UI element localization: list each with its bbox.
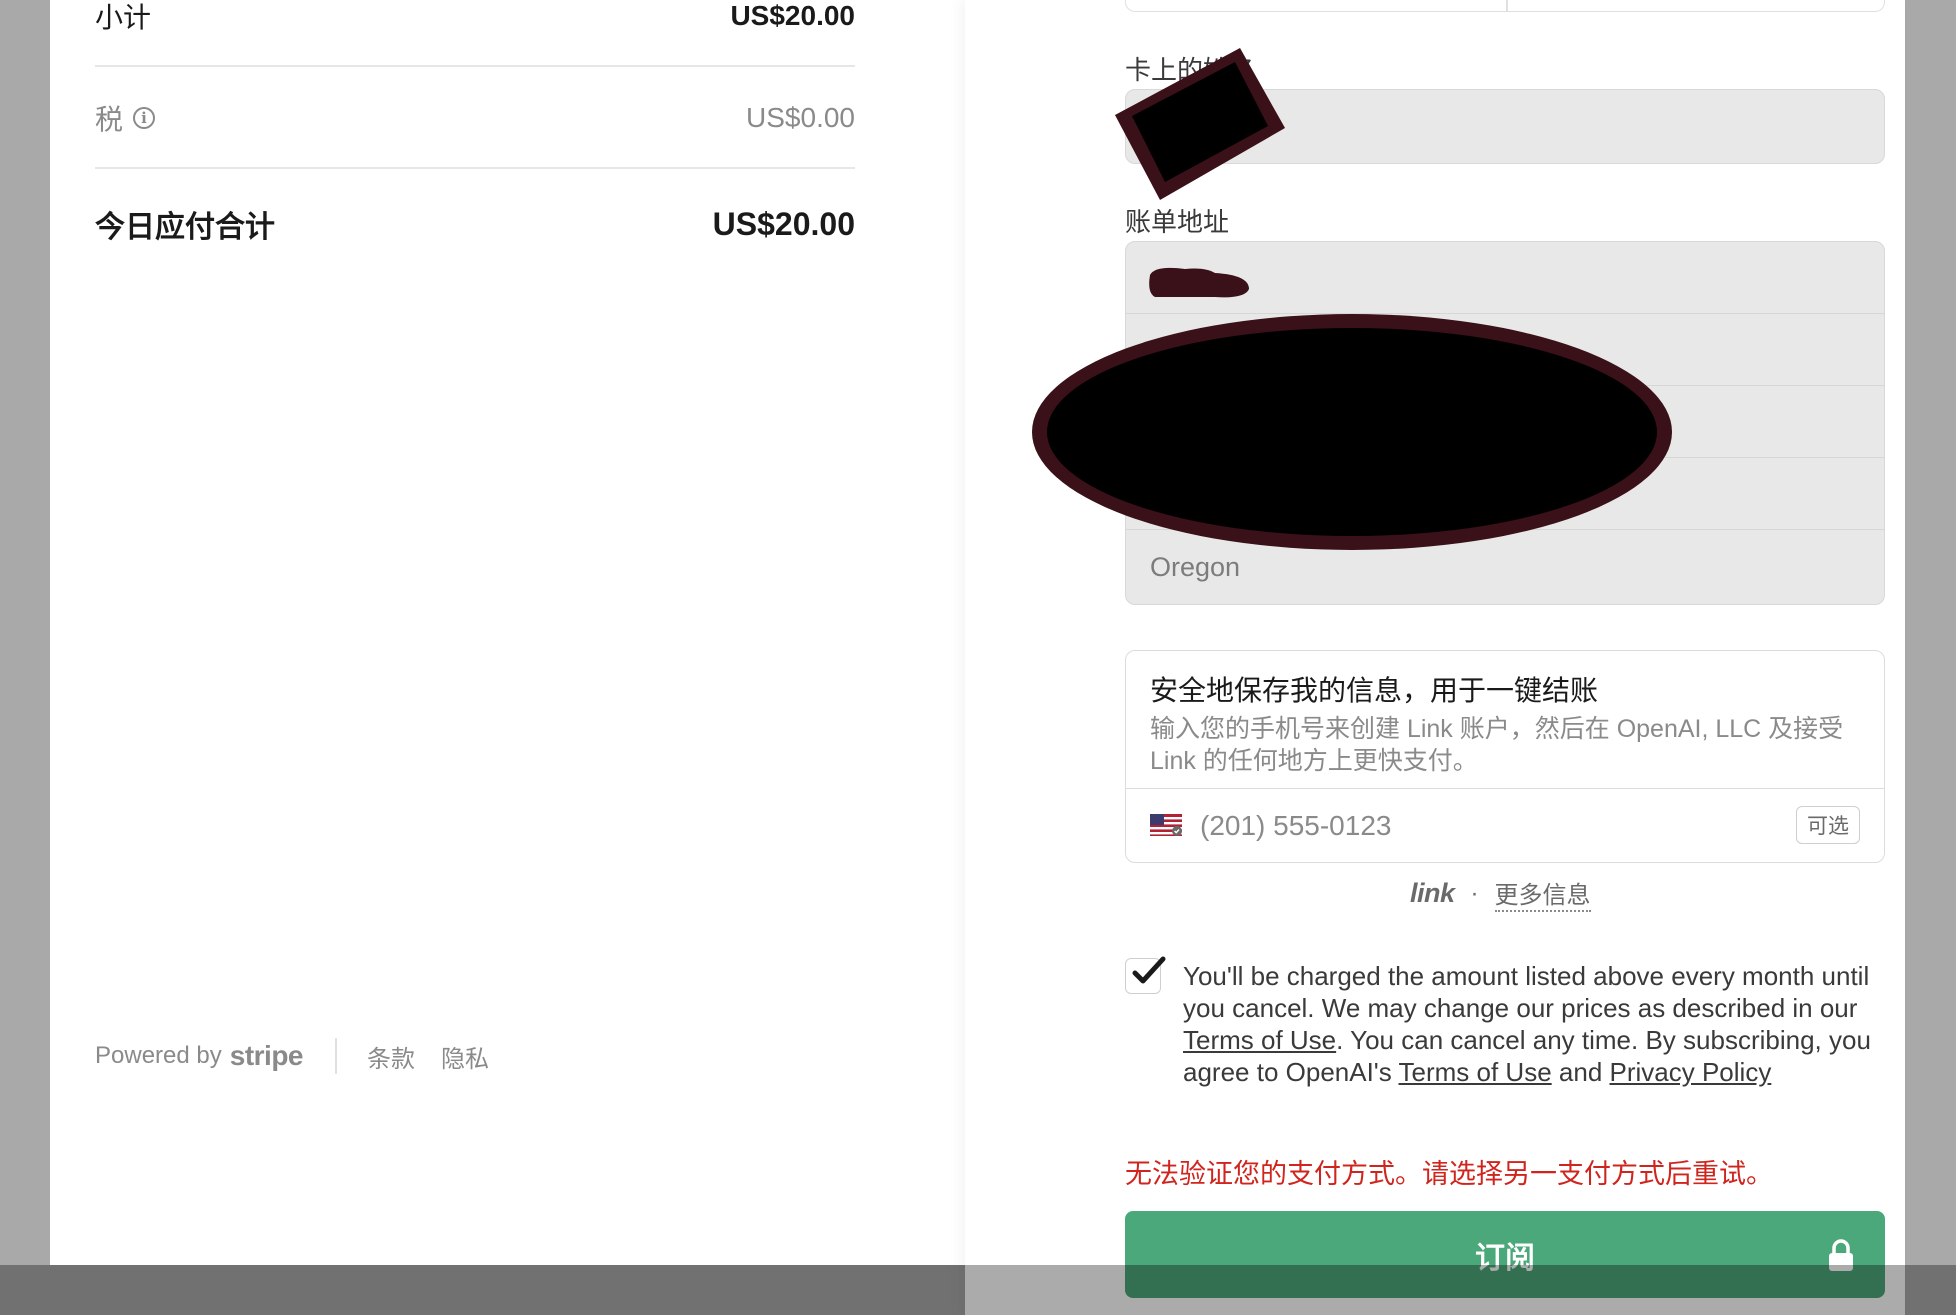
payment-error-message: 无法验证您的支付方式。请选择另一支付方式后重试。 — [1125, 1159, 1773, 1189]
consent-text: You'll be charged the amount listed abov… — [1183, 960, 1888, 1088]
phone-row: 可选 — [1126, 788, 1884, 862]
link-logo: link — [1410, 878, 1455, 908]
privacy-policy-link[interactable]: Privacy Policy — [1610, 1057, 1772, 1087]
total-label: 今日应付合计 — [95, 211, 275, 244]
phone-input[interactable] — [1198, 805, 1762, 847]
us-flag-icon[interactable] — [1150, 814, 1182, 836]
overlay-shade — [0, 1265, 1956, 1315]
optional-badge: 可选 — [1796, 806, 1860, 844]
info-icon[interactable]: i — [133, 107, 156, 129]
redaction-mark — [1032, 314, 1672, 550]
powered-by-text: Powered by — [95, 1042, 222, 1069]
stripe-logo[interactable]: stripe — [230, 1040, 304, 1072]
subtotal-value: US$20.00 — [730, 0, 855, 31]
total-row: 今日应付合计 US$20.00 — [95, 202, 855, 246]
privacy-link[interactable]: 隐私 — [441, 1039, 489, 1074]
link-footer: link · 更多信息 — [1410, 875, 1591, 912]
subtotal-label: 小计 — [95, 2, 152, 33]
redaction-mark — [1115, 48, 1285, 200]
subtotal-row: 小计 US$20.00 — [95, 0, 855, 33]
card-details-field[interactable] — [1125, 0, 1885, 12]
terms-of-use-link[interactable]: Terms of Use — [1399, 1057, 1552, 1087]
page-footer: Powered by stripe 条款 隐私 — [95, 1038, 515, 1074]
terms-link[interactable]: 条款 — [367, 1039, 415, 1074]
checkmark-icon — [1132, 956, 1166, 984]
redaction-mark — [1149, 267, 1249, 298]
terms-of-use-link[interactable]: Terms of Use — [1183, 1025, 1336, 1055]
divider — [95, 167, 855, 169]
order-summary-panel: 小计 US$20.00 税 i US$0.00 今日应付合计 US$20.00 … — [50, 0, 965, 1265]
tax-value: US$0.00 — [746, 102, 855, 133]
total-value: US$20.00 — [712, 205, 855, 242]
divider — [95, 65, 855, 67]
tax-label: 税 — [95, 104, 124, 135]
link-save-box: 安全地保存我的信息，用于一键结账 输入您的手机号来创建 Link 账户，然后在 … — [1125, 650, 1885, 863]
tax-row: 税 i US$0.00 — [95, 98, 855, 138]
link-description: 输入您的手机号来创建 Link 账户，然后在 OpenAI, LLC 及接受 L… — [1150, 715, 1844, 775]
field-split — [1506, 0, 1508, 11]
tax-label-group: 税 i — [95, 98, 156, 138]
consent-text-1: You'll be charged the amount listed abov… — [1183, 961, 1870, 1023]
footer-divider — [335, 1038, 337, 1074]
consent-checkbox[interactable] — [1125, 956, 1166, 994]
consent-text-3: and — [1551, 1057, 1610, 1087]
state-value: Oregon — [1150, 552, 1241, 582]
separator-dot: · — [1470, 879, 1479, 907]
more-info-link[interactable]: 更多信息 — [1494, 875, 1591, 912]
link-title: 安全地保存我的信息，用于一键结账 — [1150, 675, 1599, 706]
